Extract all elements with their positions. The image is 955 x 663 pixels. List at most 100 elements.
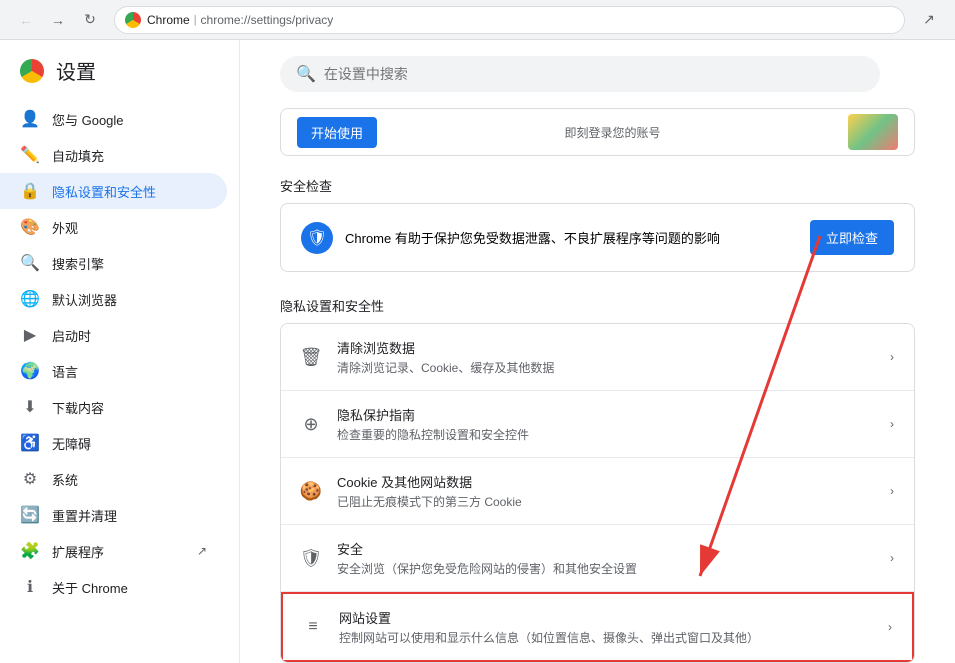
clear-browsing-title: 清除浏览数据 [337,338,874,357]
sidebar-item-extensions-label: 扩展程序 [52,542,104,561]
search-input[interactable] [324,66,864,82]
sidebar-header: 设置 [0,40,239,101]
site-settings-icon: ≡ [303,617,323,637]
sidebar-item-about-label: 关于 Chrome [52,578,128,597]
search-icon: 🔍 [296,64,316,84]
security-icon: 🛡 [301,548,321,568]
cookies-content: Cookie 及其他网站数据 已阻止无痕模式下的第三方 Cookie [337,472,874,510]
clear-browsing-arrow-icon: › [890,350,894,364]
privacy-guide-icon: ⊕ [301,414,321,434]
reload-button[interactable]: ↻ [76,6,104,34]
sidebar-item-search-label: 搜索引擎 [52,254,104,273]
reset-icon: 🔄 [20,505,40,525]
check-now-button[interactable]: 立即检查 [810,220,894,255]
sidebar-item-accessibility[interactable]: ♿ 无障碍 [0,425,227,461]
promo-banner: 开始使用 即刻登录您的账号 [280,108,915,156]
address-bar[interactable]: Chrome | chrome://settings/privacy [114,6,905,34]
clear-browsing-icon: 🗑 [301,347,321,367]
search-engine-icon: 🔍 [20,253,40,273]
sidebar-item-privacy-label: 隐私设置和安全性 [52,182,156,201]
promo-text: 即刻登录您的账号 [565,124,661,141]
safety-card-left: 🛡 Chrome 有助于保护您免受数据泄露、不良扩展程序等问题的影响 [301,222,720,254]
site-settings-arrow-icon: › [888,620,892,634]
browser-chrome: ← → ↻ Chrome | chrome://settings/privacy… [0,0,955,40]
site-settings-desc: 控制网站可以使用和显示什么信息（如位置信息、摄像头、弹出式窗口及其他） [339,629,872,646]
sidebar-item-language-label: 语言 [52,362,78,381]
autofill-icon: ✏️ [20,145,40,165]
downloads-icon: ⬇ [20,397,40,417]
sidebar: 设置 👤 您与 Google ✏️ 自动填充 🔒 隐私设置和安全性 🎨 外观 🔍… [0,40,240,663]
privacy-guide-arrow-icon: › [890,417,894,431]
accessibility-icon: ♿ [20,433,40,453]
sidebar-item-you-google-label: 您与 Google [52,110,124,129]
safety-check-description: Chrome 有助于保护您免受数据泄露、不良扩展程序等问题的影响 [345,228,720,247]
sidebar-item-appearance[interactable]: 🎨 外观 [0,209,227,245]
forward-button[interactable]: → [44,6,72,34]
privacy-settings-list: 🗑 清除浏览数据 清除浏览记录、Cookie、缓存及其他数据 › ⊕ 隐私保护指… [280,323,915,663]
chrome-logo-icon [125,12,141,28]
main-layout: 设置 👤 您与 Google ✏️ 自动填充 🔒 隐私设置和安全性 🎨 外观 🔍… [0,40,955,663]
startup-icon: ▶ [20,325,40,345]
content-area: 🔍 开始使用 即刻登录您的账号 安全检查 🛡 Chrome 有助于保护您免受数据… [240,40,955,663]
sidebar-item-system[interactable]: ⚙ 系统 [0,461,227,497]
sidebar-title: 设置 [56,56,96,85]
clear-browsing-desc: 清除浏览记录、Cookie、缓存及其他数据 [337,359,874,376]
search-container: 🔍 [280,40,915,108]
sidebar-item-you-google[interactable]: 👤 您与 Google [0,101,227,137]
cookies-title: Cookie 及其他网站数据 [337,472,874,491]
about-icon: ℹ [20,577,40,597]
cookies-desc: 已阻止无痕模式下的第三方 Cookie [337,493,874,510]
sidebar-item-browser-label: 默认浏览器 [52,290,117,309]
sidebar-item-default-browser[interactable]: 🌐 默认浏览器 [0,281,227,317]
security-content: 安全 安全浏览（保护您免受危险网站的侵害）和其他安全设置 [337,539,874,577]
external-link-icon: ↗ [197,544,207,558]
clear-browsing-item[interactable]: 🗑 清除浏览数据 清除浏览记录、Cookie、缓存及其他数据 › [281,324,914,391]
address-separator: | [194,14,197,26]
you-google-icon: 👤 [20,109,40,129]
security-arrow-icon: › [890,551,894,565]
promo-button[interactable]: 开始使用 [297,117,377,148]
shield-icon: 🛡 [301,222,333,254]
site-settings-item[interactable]: ≡ 网站设置 控制网站可以使用和显示什么信息（如位置信息、摄像头、弹出式窗口及其… [281,592,914,662]
nav-buttons: ← → ↻ [12,6,104,34]
clear-browsing-content: 清除浏览数据 清除浏览记录、Cookie、缓存及其他数据 [337,338,874,376]
sidebar-item-autofill[interactable]: ✏️ 自动填充 [0,137,227,173]
safety-check-card: 🛡 Chrome 有助于保护您免受数据泄露、不良扩展程序等问题的影响 立即检查 [280,203,915,272]
sidebar-item-autofill-label: 自动填充 [52,146,104,165]
share-button[interactable]: ↗ [915,6,943,34]
site-settings-content: 网站设置 控制网站可以使用和显示什么信息（如位置信息、摄像头、弹出式窗口及其他） [339,608,872,646]
back-button[interactable]: ← [12,6,40,34]
sidebar-item-system-label: 系统 [52,470,78,489]
language-icon: 🌍 [20,361,40,381]
sidebar-item-startup-label: 启动时 [52,326,91,345]
sidebar-item-accessibility-label: 无障碍 [52,434,91,453]
address-text: Chrome | chrome://settings/privacy [147,13,333,27]
sidebar-item-downloads-label: 下载内容 [52,398,104,417]
sidebar-item-startup[interactable]: ▶ 启动时 [0,317,227,353]
privacy-guide-content: 隐私保护指南 检查重要的隐私控制设置和安全控件 [337,405,874,443]
sidebar-item-downloads[interactable]: ⬇ 下载内容 [0,389,227,425]
privacy-guide-desc: 检查重要的隐私控制设置和安全控件 [337,426,874,443]
address-path: chrome://settings/privacy [201,13,334,27]
default-browser-icon: 🌐 [20,289,40,309]
cookies-item[interactable]: 🍪 Cookie 及其他网站数据 已阻止无痕模式下的第三方 Cookie › [281,458,914,525]
sidebar-item-appearance-label: 外观 [52,218,78,237]
sidebar-item-extensions[interactable]: 🧩 扩展程序 ↗ [0,533,227,569]
privacy-guide-item[interactable]: ⊕ 隐私保护指南 检查重要的隐私控制设置和安全控件 › [281,391,914,458]
cookies-arrow-icon: › [890,484,894,498]
system-icon: ⚙ [20,469,40,489]
safety-check-title: 安全检查 [280,176,915,195]
sidebar-item-privacy[interactable]: 🔒 隐私设置和安全性 [0,173,227,209]
cookies-icon: 🍪 [301,481,321,501]
sidebar-item-search-engine[interactable]: 🔍 搜索引擎 [0,245,227,281]
content-wrapper: 安全检查 🛡 Chrome 有助于保护您免受数据泄露、不良扩展程序等问题的影响 … [280,176,915,663]
sidebar-item-reset-label: 重置并清理 [52,506,117,525]
browser-title: Chrome [147,13,190,27]
search-bar: 🔍 [280,56,880,92]
privacy-section-title: 隐私设置和安全性 [280,296,915,315]
sidebar-item-language[interactable]: 🌍 语言 [0,353,227,389]
sidebar-item-reset[interactable]: 🔄 重置并清理 [0,497,227,533]
security-desc: 安全浏览（保护您免受危险网站的侵害）和其他安全设置 [337,560,874,577]
security-item[interactable]: 🛡 安全 安全浏览（保护您免受危险网站的侵害）和其他安全设置 › [281,525,914,592]
sidebar-item-about[interactable]: ℹ 关于 Chrome [0,569,227,605]
